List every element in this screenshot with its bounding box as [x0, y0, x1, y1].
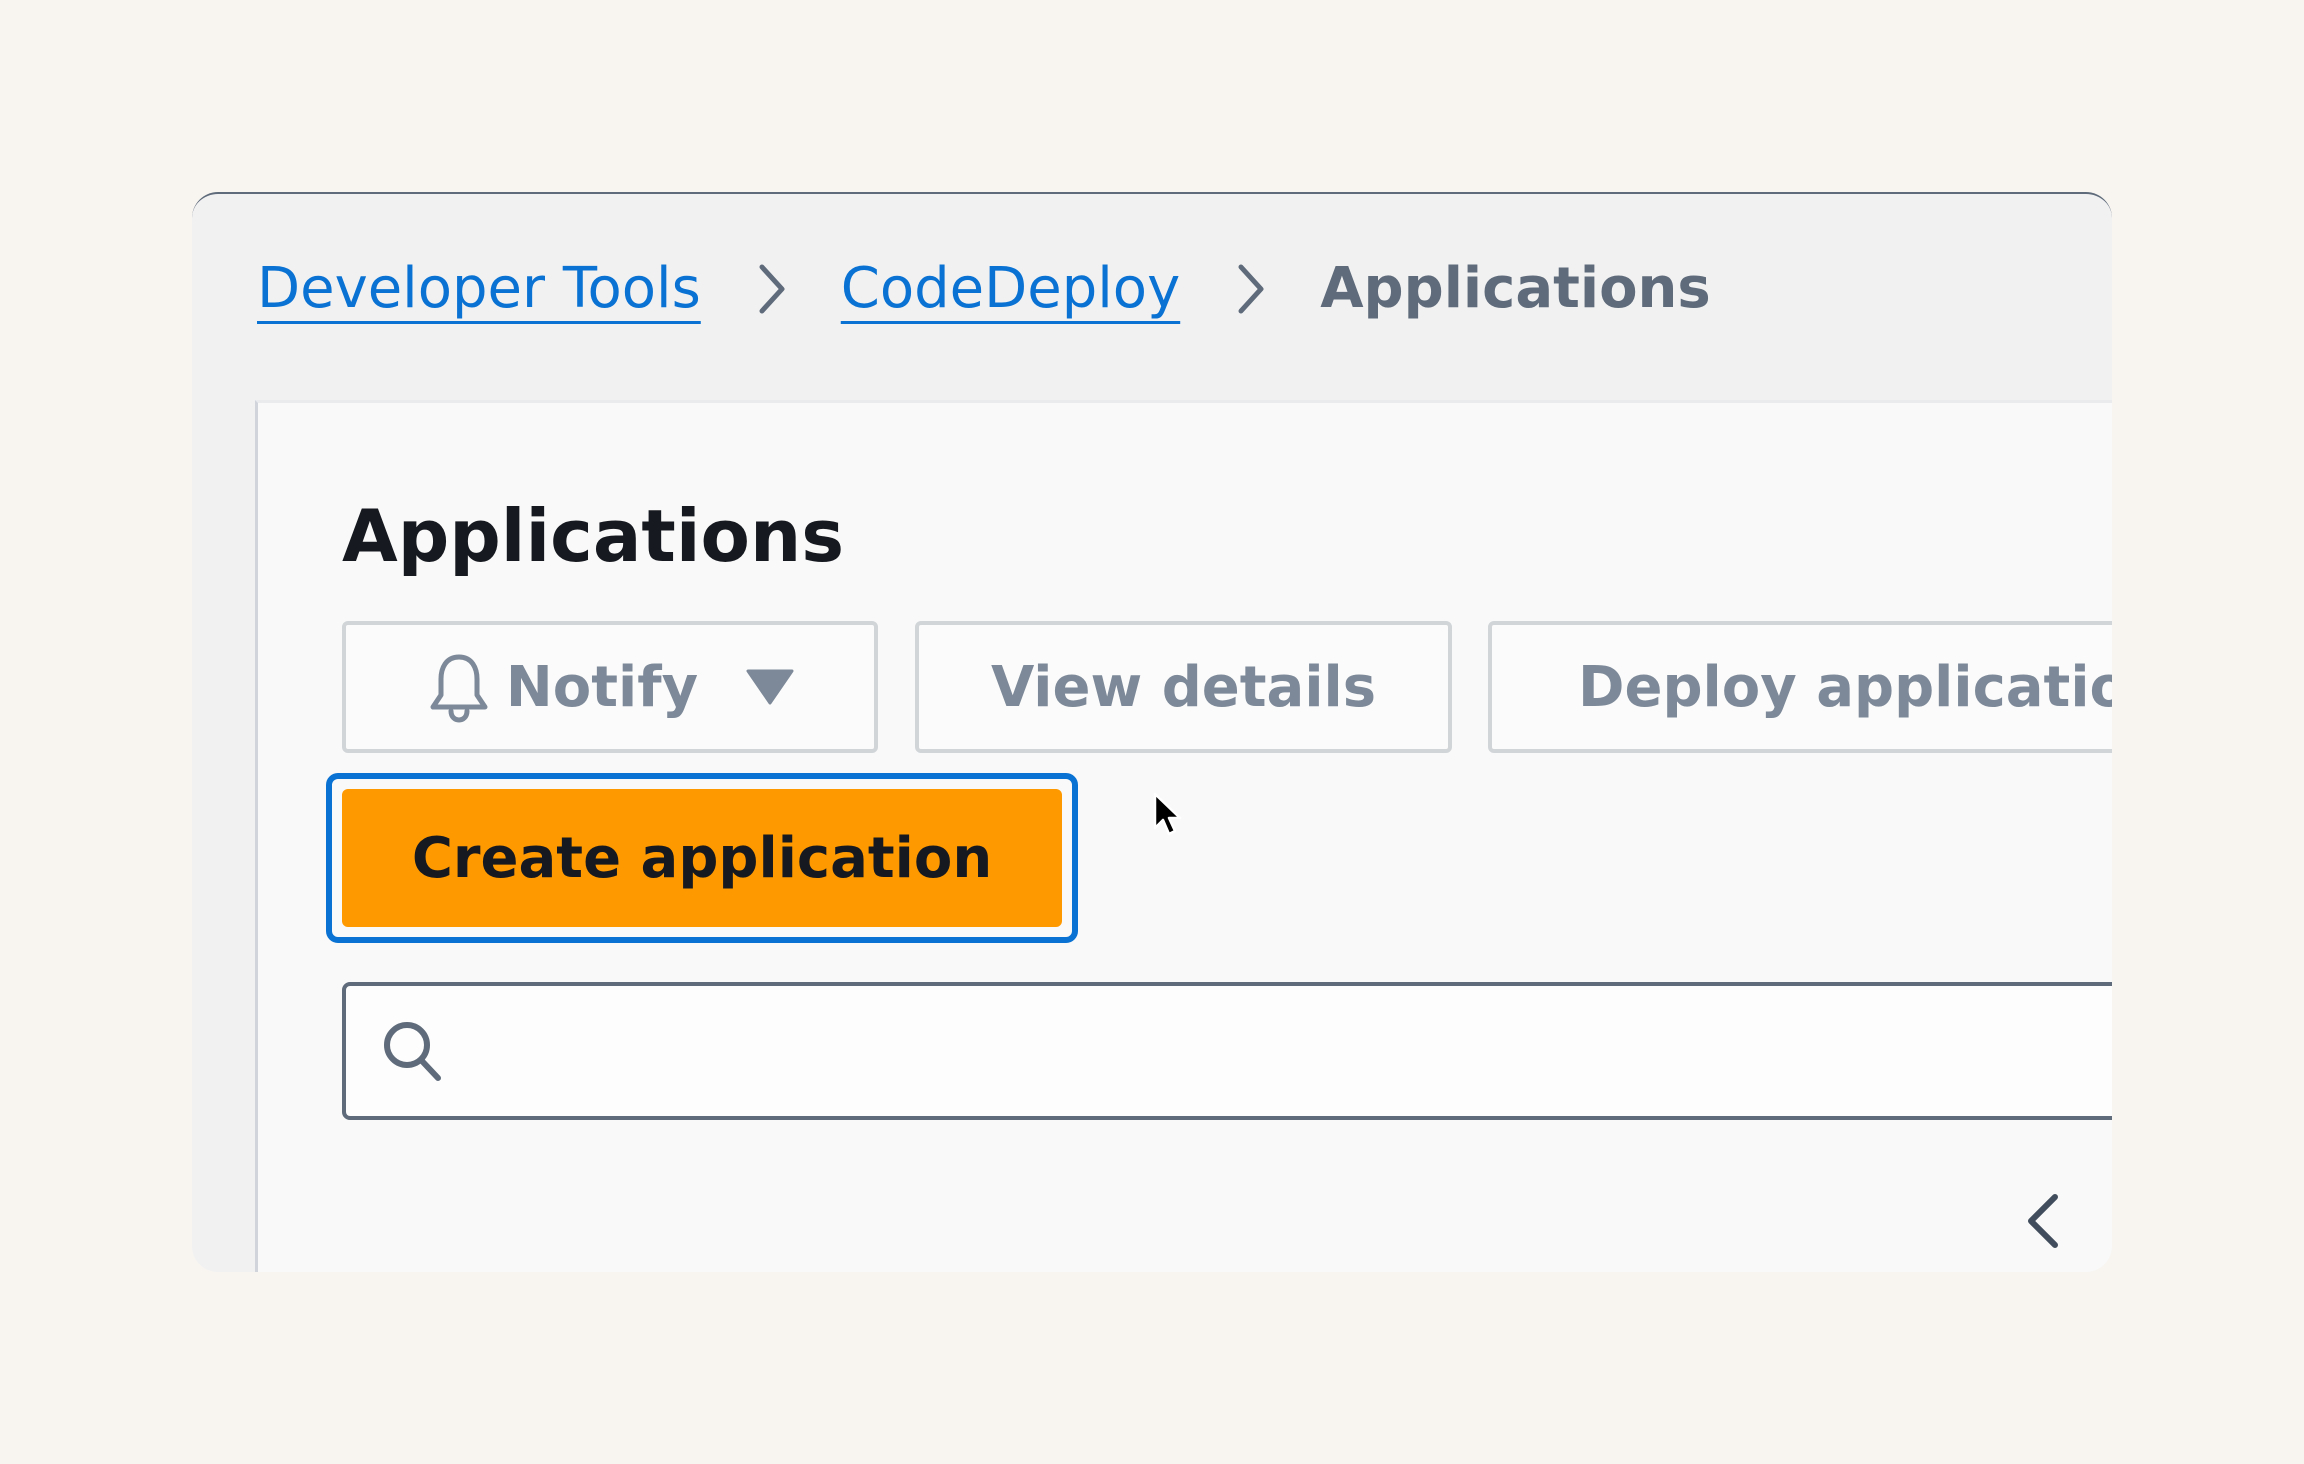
page-title: Applications — [342, 494, 845, 578]
view-details-button[interactable]: View details — [915, 621, 1452, 753]
chevron-left-icon — [2023, 1191, 2063, 1255]
create-application-focus-ring: Create application — [326, 773, 1078, 943]
search-box[interactable] — [342, 982, 2112, 1120]
breadcrumb-current: Applications — [1320, 256, 1711, 321]
notify-button[interactable]: Notify — [342, 621, 878, 753]
chevron-right-icon — [701, 261, 841, 317]
breadcrumb-link-codedeploy[interactable]: CodeDeploy — [841, 254, 1180, 324]
breadcrumb-link-developer-tools[interactable]: Developer Tools — [257, 254, 701, 324]
chevron-right-icon — [1180, 261, 1320, 317]
breadcrumb: Developer Tools CodeDeploy Applications — [257, 254, 1711, 324]
deploy-application-button[interactable]: Deploy application — [1488, 621, 2112, 753]
search-input[interactable] — [464, 985, 2112, 1117]
pagination-previous-button[interactable] — [2013, 1183, 2073, 1263]
notify-label: Notify — [505, 654, 699, 720]
app-window: Developer Tools CodeDeploy Applications … — [192, 192, 2112, 1272]
bell-icon — [426, 651, 492, 723]
caret-down-icon[interactable] — [746, 669, 794, 705]
create-application-button[interactable]: Create application — [342, 789, 1062, 927]
search-icon — [380, 1018, 444, 1084]
mouse-cursor-icon — [1153, 792, 1185, 846]
